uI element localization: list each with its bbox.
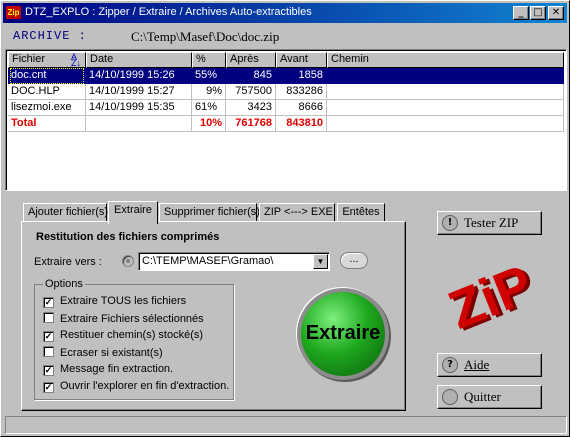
tab-supprimer[interactable]: Supprimer fichier(s) [159,203,260,222]
total-pct: 10% [192,116,226,132]
cell-date [86,116,192,132]
exclamation-icon: ! [442,215,458,231]
cell-pct: 55% [195,69,218,81]
cell-date: 14/10/1999 15:35 [86,100,192,116]
option-overwrite[interactable]: Ecraser si existant(s) [43,346,163,359]
exit-icon [442,389,458,405]
extract-button[interactable]: Extraire [297,288,389,380]
extract-button-label: Extraire [305,322,381,344]
app-icon: Zip [6,6,21,19]
minimize-button[interactable]: _ [513,6,529,20]
column-header-fichier[interactable]: Fichier A Z↓ [8,52,86,68]
total-before: 843810 [276,116,327,132]
chevron-down-icon[interactable]: ▼ [313,254,328,269]
cell-path [327,116,564,132]
cell-path [327,68,564,84]
checkbox[interactable]: ✓ [43,382,54,393]
dest-combobox[interactable]: C:\TEMP\MASEF\Gramao\ ▼ [138,252,330,271]
table-row[interactable]: lisezmoi.exe 14/10/1999 15:35 61% 3423 8… [8,100,564,116]
cell-after: 3423 [226,100,276,116]
browse-button[interactable]: ... [340,252,368,269]
column-header-date[interactable]: Date [86,52,192,68]
option-restore-paths[interactable]: ✓ Restituer chemin(s) stocké(s) [43,329,203,342]
total-row: Total 10% 761768 843810 [8,116,564,132]
dest-value: C:\TEMP\MASEF\Gramao\ [142,255,274,267]
tab-entetes[interactable]: Entêtes [337,203,385,222]
dest-radio[interactable] [122,255,134,267]
tab-extraire[interactable]: Extraire [108,201,158,224]
cell-before: 1858 [298,69,323,81]
cell-pct: 9% [192,84,226,100]
cell-date: 14/10/1999 15:26 [89,69,175,81]
cell-before: 8666 [276,100,327,116]
column-header-percent[interactable]: % [192,52,226,68]
test-zip-button[interactable]: ! Tester ZIP [437,211,542,235]
status-bar [5,416,567,434]
table-row[interactable]: DOC.HLP 14/10/1999 15:27 9% 757500 83328… [8,84,564,100]
options-label: Options [43,278,85,290]
checkbox[interactable]: ✓ [43,365,54,376]
column-header-chemin[interactable]: Chemin [327,52,564,68]
checkbox[interactable] [43,312,54,323]
options-group: Options ✓ Extraire TOUS les fichiers Extr… [34,278,234,400]
panel-title: Restitution des fichiers comprimés [36,231,220,243]
zip-logo-text: ZiP [441,254,536,341]
window-title: DTZ_EXPLO : Zipper / Extraire / Archives… [25,6,312,18]
cell-name: doc.cnt [11,69,47,81]
cell-date: 14/10/1999 15:27 [86,84,192,100]
cell-name: DOC.HLP [8,84,86,100]
checkbox[interactable] [43,346,54,357]
option-open-explorer[interactable]: ✓ Ouvrir l'explorer en fin d'extraction. [43,380,229,393]
close-button[interactable]: ✕ [548,6,564,20]
quit-button[interactable]: Quitter [437,385,542,409]
archive-path: C:\Temp\Masef\Doc\doc.zip [131,29,280,44]
dest-label: Extraire vers : [34,256,102,268]
maximize-button[interactable]: □ [530,6,546,20]
checkbox[interactable]: ✓ [43,297,54,308]
cell-after: 757500 [226,84,276,100]
tab-zip-exe[interactable]: ZIP <---> EXE [259,203,335,222]
help-button[interactable]: ? Aide [437,353,542,377]
cell-path [327,84,564,100]
file-list[interactable]: Fichier A Z↓ Date % Après Avant Chemin do… [5,49,567,191]
option-extract-selected[interactable]: Extraire Fichiers sélectionnés [43,312,204,325]
zip-logo: ZiP ZiP [441,254,536,341]
tab-ajouter[interactable]: Ajouter fichier(s) [23,203,108,222]
column-header-apres[interactable]: Après [226,52,276,68]
title-bar[interactable]: Zip DTZ_EXPLO : Zipper / Extraire / Arch… [3,3,567,23]
cell-after: 845 [253,69,272,81]
table-row[interactable]: doc.cnt 14/10/1999 15:26 55% 845 1858 [8,68,564,84]
column-header-avant[interactable]: Avant [276,52,327,68]
total-label: Total [8,116,86,132]
cell-path [327,100,564,116]
cell-before: 833286 [276,84,327,100]
cell-pct: 61% [192,100,226,116]
sort-icon: A Z↓ [71,52,81,68]
total-after: 761768 [226,116,276,132]
archive-label: ARCHIVE : [13,29,87,43]
option-extract-all[interactable]: ✓ Extraire TOUS les fichiers [43,295,186,308]
option-end-message[interactable]: ✓ Message fin extraction. [43,363,173,376]
checkbox[interactable]: ✓ [43,331,54,342]
main-window: Zip DTZ_EXPLO : Zipper / Extraire / Arch… [0,0,570,437]
cell-name: lisezmoi.exe [8,100,86,116]
question-icon: ? [442,357,458,373]
extract-panel: Restitution des fichiers comprimés Extra… [21,221,406,411]
